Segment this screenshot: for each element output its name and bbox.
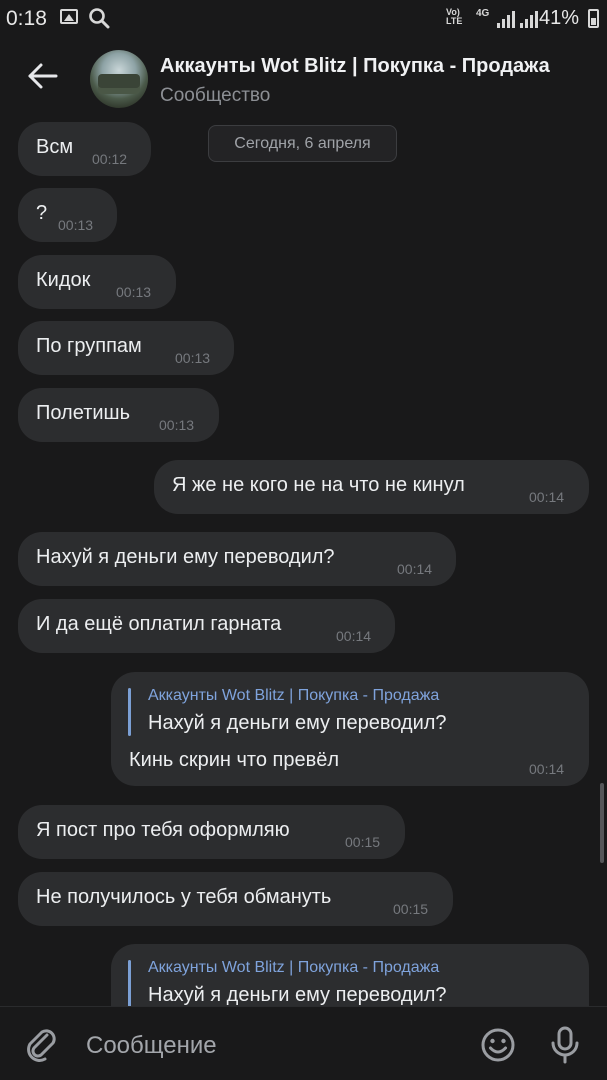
message-time: 00:14: [529, 761, 565, 777]
status-time: 0:18: [6, 7, 47, 30]
lte-label: LTE: [446, 16, 463, 26]
message-time: 00:14: [529, 489, 565, 505]
signal-icon: [497, 10, 515, 28]
microphone-icon: [551, 1026, 579, 1064]
message-time: 00:12: [92, 151, 128, 167]
message-time: 00:14: [397, 561, 433, 577]
message-time: 00:15: [393, 901, 429, 917]
reply-quote-bar: [128, 688, 131, 736]
message-input[interactable]: [86, 1029, 466, 1063]
message-composer: [0, 1006, 607, 1080]
message-time: 00:13: [116, 284, 152, 300]
reply-author[interactable]: Аккаунты Wot Blitz | Покупка - Продажа: [148, 687, 439, 705]
volte-indicator: Vo) LTE: [446, 8, 462, 26]
search-icon: [88, 7, 110, 34]
chat-header: Аккаунты Wot Blitz | Покупка - Продажа С…: [0, 38, 607, 118]
voice-message-button[interactable]: [548, 1025, 582, 1070]
scrollbar[interactable]: [600, 783, 604, 863]
status-bar: 0:18 Vo) LTE 4G 41%: [0, 0, 607, 38]
message-bubble-incoming[interactable]: И да ещё оплатил гарната 00:14: [18, 599, 395, 653]
chat-title[interactable]: Аккаунты Wot Blitz | Покупка - Продажа: [160, 55, 607, 78]
attach-button[interactable]: [22, 1025, 60, 1068]
reply-quoted-text: Нахуй я деньги ему переводил?: [148, 984, 447, 1006]
reply-quote-bar: [128, 960, 131, 1006]
message-time: 00:15: [345, 834, 381, 850]
message-bubble-incoming[interactable]: ? 00:13: [18, 188, 117, 242]
message-list[interactable]: Всм 00:12 Сегодня, 6 апреля ? 00:13 Кидо…: [0, 118, 607, 1006]
message-time: 00:13: [159, 417, 195, 433]
emoji-button[interactable]: [480, 1027, 516, 1068]
message-text: И да ещё оплатил гарната: [36, 613, 282, 635]
reply-quoted-text: Нахуй я деньги ему переводил?: [148, 712, 447, 734]
message-bubble-incoming[interactable]: Всм 00:12: [18, 122, 151, 176]
message-bubble-incoming[interactable]: Нахуй я деньги ему переводил? 00:14: [18, 532, 456, 586]
message-bubble-outgoing-reply[interactable]: Аккаунты Wot Blitz | Покупка - Продажа Н…: [111, 944, 589, 1006]
message-text: Я пост про тебя оформляю: [36, 819, 290, 841]
battery-icon: [588, 9, 599, 28]
message-text: Не получилось у тебя обмануть: [36, 886, 332, 908]
avatar[interactable]: [90, 50, 148, 108]
message-text: Кинь скрин что превёл: [129, 749, 340, 771]
message-bubble-incoming[interactable]: Полетишь 00:13: [18, 388, 219, 442]
image-icon: [60, 9, 78, 24]
message-text: Я же не кого не на что не кинул: [172, 474, 465, 496]
signal-icon: [520, 10, 538, 28]
arrow-left-icon: [28, 63, 58, 89]
smiley-icon: [481, 1028, 515, 1062]
message-bubble-incoming[interactable]: По группам 00:13: [18, 321, 234, 375]
message-text: По группам: [36, 335, 142, 357]
back-button[interactable]: [24, 58, 60, 94]
date-separator: Сегодня, 6 апреля: [208, 125, 397, 162]
message-bubble-outgoing-reply[interactable]: Аккаунты Wot Blitz | Покупка - Продажа Н…: [111, 672, 589, 786]
message-text: Нахуй я деньги ему переводил?: [36, 546, 335, 568]
message-text: ?: [36, 202, 48, 224]
chat-subtitle: Сообщество: [160, 85, 271, 106]
message-bubble-incoming[interactable]: Не получилось у тебя обмануть 00:15: [18, 872, 453, 926]
message-text: Всм: [36, 136, 74, 158]
message-text: Полетишь: [36, 402, 130, 424]
battery-percent: 41%: [539, 7, 580, 29]
message-time: 00:13: [58, 217, 94, 233]
network-type: 4G: [476, 8, 490, 19]
message-time: 00:14: [336, 628, 372, 644]
message-bubble-incoming[interactable]: Я пост про тебя оформляю 00:15: [18, 805, 405, 859]
message-bubble-incoming[interactable]: Кидок 00:13: [18, 255, 176, 309]
date-label: Сегодня, 6 апреля: [234, 135, 371, 152]
paperclip-icon: [27, 1029, 56, 1062]
message-text: Кидок: [36, 269, 91, 291]
message-bubble-outgoing[interactable]: Я же не кого не на что не кинул 00:14: [154, 460, 589, 514]
reply-author[interactable]: Аккаунты Wot Blitz | Покупка - Продажа: [148, 959, 439, 977]
message-time: 00:13: [175, 350, 211, 366]
